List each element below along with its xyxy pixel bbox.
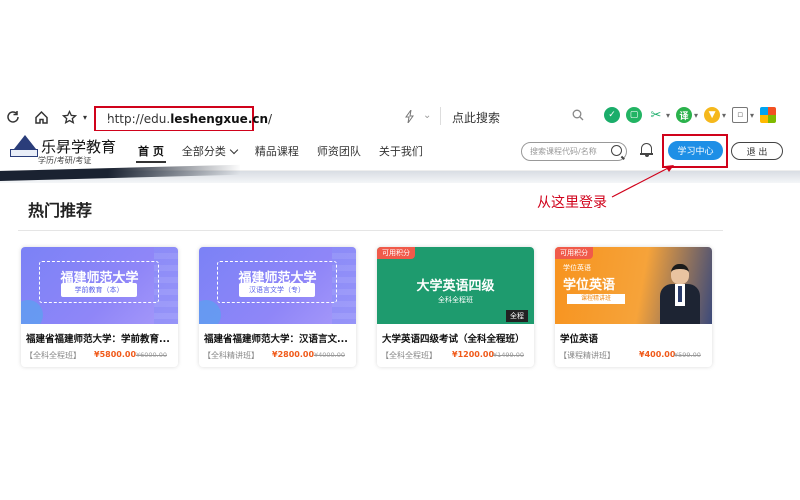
search-icon[interactable]: [611, 145, 622, 156]
course-price: ¥400.00: [639, 350, 676, 359]
course-thumbnail[interactable]: 福建师范大学 学前教育（本）: [21, 247, 178, 324]
home-icon[interactable]: [30, 106, 52, 128]
lightning-icon[interactable]: [405, 109, 415, 126]
chevron-down-icon[interactable]: ⌄: [423, 110, 431, 121]
course-price: ¥1200.00: [452, 350, 495, 359]
shield-extension-icon[interactable]: ▼: [704, 107, 721, 123]
points-badge: 可用积分: [377, 247, 415, 259]
section-divider: [18, 230, 723, 231]
logo-title: 乐昇学教育: [41, 138, 117, 156]
thumbnail-subtitle: 课程精讲班: [567, 294, 625, 304]
image-dropdown-icon[interactable]: ▾: [750, 111, 754, 120]
course-title[interactable]: 学位英语: [560, 331, 710, 345]
address-bar[interactable]: http://edu.leshengxue.cn/: [94, 106, 272, 132]
shield-dropdown-icon[interactable]: ▾: [722, 111, 726, 120]
logo-emblem-icon: [10, 135, 38, 159]
refresh-icon[interactable]: [2, 106, 24, 128]
course-title[interactable]: 大学英语四级考试（全科全程班）: [382, 331, 532, 345]
course-category: 【全科全程班】: [381, 351, 437, 360]
course-category: 【全科全程班】: [25, 351, 81, 360]
apps-grid-icon[interactable]: [760, 107, 777, 123]
nav-teachers[interactable]: 师资团队: [317, 131, 361, 171]
course-category: 【课程精讲班】: [559, 351, 615, 360]
chat-icon[interactable]: ▢: [626, 107, 642, 123]
star-dropdown-icon[interactable]: ▾: [80, 106, 90, 128]
course-old-price: ¥4000.00: [314, 351, 346, 359]
course-card[interactable]: 福建师范大学 汉语言文学（专） 福建省福建师范大学：汉语言文... 【全科精讲班…: [199, 247, 356, 367]
star-icon[interactable]: [58, 106, 80, 128]
course-price: ¥5800.00: [94, 350, 137, 359]
section-title: 热门推荐: [28, 201, 93, 220]
url-text: http://edu.leshengxue.cn/: [107, 112, 273, 126]
scissors-icon[interactable]: ✂: [648, 107, 664, 123]
nav-home[interactable]: 首 页: [136, 131, 166, 171]
translate-dropdown-icon[interactable]: ▾: [694, 111, 698, 120]
wechat-icon[interactable]: ✓: [604, 107, 620, 123]
study-center-button[interactable]: 学习中心: [668, 141, 723, 160]
points-badge: 可用积分: [555, 247, 593, 259]
thumbnail-subtitle: 学前教育（本）: [61, 283, 137, 297]
translate-icon[interactable]: 译: [676, 107, 693, 123]
nav-premium-courses[interactable]: 精品课程: [255, 131, 299, 171]
course-thumbnail[interactable]: 可用积分 大学英语四级 全科全程班 全程: [377, 247, 534, 324]
browser-search-input[interactable]: 点此搜索: [452, 109, 500, 126]
thumbnail-title: 学位英语: [563, 278, 616, 293]
logo-subtitle: 学历/考研/考证: [38, 156, 92, 165]
nav-about[interactable]: 关于我们: [379, 131, 423, 171]
teacher-photo: [658, 264, 702, 324]
bell-icon[interactable]: [640, 143, 653, 157]
thumbnail-title: 大学英语四级: [416, 279, 495, 294]
image-icon[interactable]: ▫: [732, 107, 749, 123]
thumbnail-subtitle: 汉语言文学（专）: [239, 283, 315, 297]
course-old-price: ¥1499.00: [493, 351, 525, 359]
course-thumbnail[interactable]: 福建师范大学 汉语言文学（专）: [199, 247, 356, 324]
course-old-price: ¥599.00: [674, 351, 701, 359]
course-search-input[interactable]: 搜索课程代码/名称: [521, 142, 627, 161]
scissors-dropdown-icon[interactable]: ▾: [666, 111, 670, 120]
toolbar-divider: [440, 107, 441, 125]
course-card[interactable]: 福建师范大学 学前教育（本） 福建省福建师范大学：学前教育... 【全科全程班】…: [21, 247, 178, 367]
annotation-text: 从这里登录: [537, 195, 607, 211]
search-icon[interactable]: [572, 109, 584, 124]
thumbnail-subtitle: 全科全程班: [438, 296, 473, 304]
course-title[interactable]: 福建省福建师范大学：汉语言文...: [204, 331, 354, 345]
course-card[interactable]: 可用积分 大学英语四级 全科全程班 全程 大学英语四级考试（全科全程班） 【全科…: [377, 247, 534, 367]
course-card[interactable]: 可用积分 学位英语 学位英语 课程精讲班 学位英语 【课程精讲班】 ¥400.0…: [555, 247, 712, 367]
course-price: ¥2800.00: [272, 350, 315, 359]
chevron-down-icon: [229, 145, 239, 154]
thumbnail-tag: 全程: [506, 310, 528, 322]
logout-button[interactable]: 退 出: [731, 142, 783, 160]
course-thumbnail[interactable]: 可用积分 学位英语 学位英语 课程精讲班: [555, 247, 712, 324]
course-category: 【全科精讲班】: [203, 351, 259, 360]
main-nav: 首 页 全部分类 精品课程 师资团队 关于我们: [136, 131, 441, 171]
extension-icons: ✓ ▢ ✂ ▾ 译 ▾ ▼ ▾ ▫ ▾: [604, 107, 777, 123]
course-title[interactable]: 福建省福建师范大学：学前教育...: [26, 331, 176, 345]
course-old-price: ¥6000.00: [136, 351, 168, 359]
thumbnail-small-label: 学位英语: [563, 264, 591, 272]
